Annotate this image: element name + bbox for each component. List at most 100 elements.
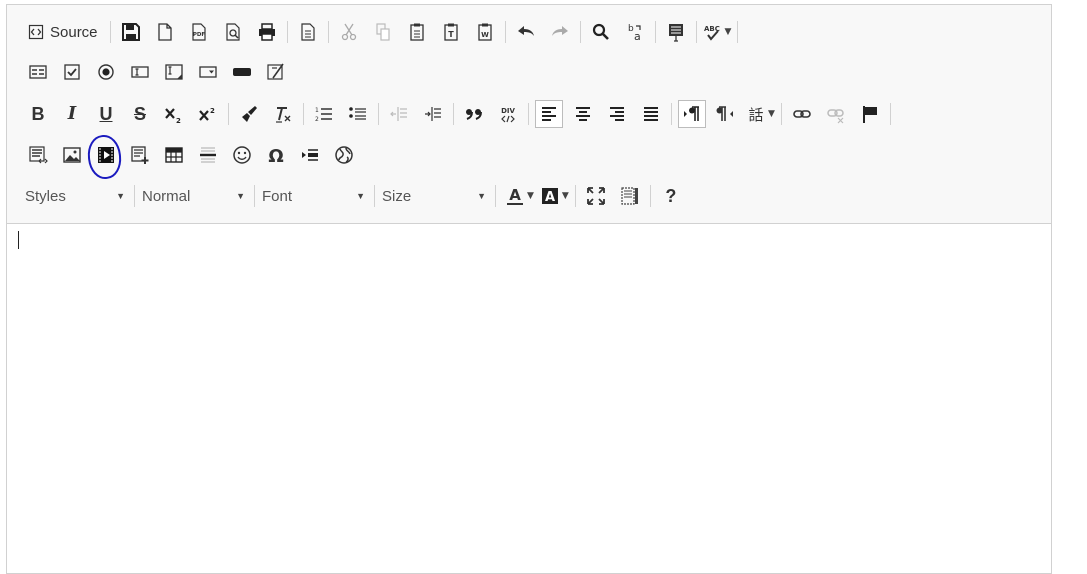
rtl-button[interactable] (712, 100, 740, 128)
save-button[interactable] (117, 18, 145, 46)
background-color-icon: A (541, 188, 558, 205)
find-button[interactable] (587, 18, 615, 46)
unlink-button[interactable] (822, 100, 850, 128)
text-field-icon (131, 66, 149, 78)
video-button[interactable] (92, 141, 120, 169)
copy-formatting-button[interactable] (235, 100, 263, 128)
size-dropdown-value: Size (382, 187, 412, 205)
replace-button[interactable]: ba (621, 18, 649, 46)
paste-button[interactable] (403, 18, 431, 46)
preview-button[interactable] (219, 18, 247, 46)
increase-indent-button[interactable] (419, 100, 447, 128)
italic-button[interactable]: I (58, 100, 86, 128)
background-color-button[interactable]: A ▼ (540, 182, 569, 210)
horizontal-rule-button[interactable] (194, 141, 222, 169)
toolbar-separator (327, 21, 329, 43)
redo-button[interactable] (546, 18, 574, 46)
toolbar-separator (504, 21, 506, 43)
special-char-button[interactable]: Ω (262, 141, 290, 169)
image-button-icon (267, 63, 284, 80)
search-icon (592, 23, 609, 40)
unlink-icon (827, 109, 844, 124)
paste-text-button[interactable]: T (437, 18, 465, 46)
new-page-button[interactable] (151, 18, 179, 46)
numbered-list-button[interactable]: 12 (310, 100, 338, 128)
textarea-button[interactable] (160, 58, 188, 86)
format-dropdown[interactable]: Normal ▼ (138, 184, 251, 208)
superscript-button[interactable]: 2 (194, 100, 222, 128)
radio-button[interactable] (92, 58, 120, 86)
outdent-icon (390, 107, 407, 121)
bulleted-list-icon (349, 107, 366, 120)
cut-button[interactable] (335, 18, 363, 46)
image-button[interactable] (58, 141, 86, 169)
link-icon (793, 110, 811, 118)
editor-toolbar: Source PDF T W ba ABC ▼ B I U S 2 2 1 2 … (7, 5, 1051, 224)
decrease-indent-button[interactable] (385, 100, 413, 128)
select-field-button[interactable] (194, 58, 222, 86)
templates-button[interactable] (294, 18, 322, 46)
code-snippet-button[interactable] (24, 141, 52, 169)
select-all-button[interactable] (662, 18, 690, 46)
paste-from-word-button[interactable]: W (471, 18, 499, 46)
numbered-list-icon: 12 (315, 107, 332, 123)
text-direction-ltr-icon (684, 106, 699, 121)
underline-button[interactable]: U (92, 100, 120, 128)
editor-content-area[interactable] (7, 224, 1051, 564)
toolbar-row-forms (21, 57, 293, 87)
toolbar-separator (495, 185, 496, 207)
text-color-button[interactable]: A ▼ (505, 182, 534, 210)
align-right-button[interactable] (603, 100, 631, 128)
text-field-button[interactable] (126, 58, 154, 86)
strikethrough-button[interactable]: S (126, 100, 154, 128)
table-button[interactable] (160, 141, 188, 169)
print-button[interactable] (253, 18, 281, 46)
size-dropdown[interactable]: Size ▼ (378, 184, 492, 208)
undo-button[interactable] (512, 18, 540, 46)
remove-format-button[interactable] (269, 100, 297, 128)
checkbox-icon (64, 64, 80, 80)
copy-button[interactable] (369, 18, 397, 46)
print-icon (258, 23, 275, 41)
show-blocks-button[interactable] (616, 182, 644, 210)
anchor-button[interactable] (856, 100, 884, 128)
justify-button[interactable] (637, 100, 665, 128)
toolbar-row-insert: Ω (21, 140, 361, 170)
bulleted-list-button[interactable] (344, 100, 372, 128)
source-button[interactable]: Source (24, 18, 104, 46)
indent-icon (425, 107, 441, 121)
page-break-button[interactable] (296, 141, 324, 169)
styles-dropdown[interactable]: Styles ▼ (21, 184, 131, 208)
svg-text:1: 1 (315, 107, 319, 114)
create-div-button[interactable]: DIV (494, 100, 522, 128)
spellcheck-button[interactable]: ABC ▼ (703, 18, 731, 46)
iframe-button[interactable] (126, 141, 154, 169)
save-icon (121, 23, 140, 41)
form-button-element[interactable] (228, 58, 256, 86)
undo-icon (517, 26, 534, 36)
smiley-icon (233, 146, 251, 164)
chevron-down-icon: ▼ (768, 108, 775, 119)
checkbox-button[interactable] (58, 58, 86, 86)
toolbar-separator (889, 103, 891, 125)
link-button[interactable] (788, 100, 816, 128)
bold-button[interactable]: B (24, 100, 52, 128)
language-button[interactable]: 話 ▼ (746, 100, 775, 128)
blockquote-button[interactable] (460, 100, 488, 128)
subscript-button[interactable]: 2 (160, 100, 188, 128)
form-button[interactable] (24, 58, 52, 86)
maximize-button[interactable] (582, 182, 610, 210)
embed-button[interactable] (330, 141, 358, 169)
font-dropdown[interactable]: Font ▼ (258, 184, 371, 208)
flag-icon (862, 106, 877, 123)
toolbar-separator (134, 185, 135, 207)
align-left-button[interactable] (535, 100, 563, 128)
help-button[interactable]: ? (657, 182, 685, 210)
smiley-button[interactable] (228, 141, 256, 169)
font-dropdown-value: Font (262, 187, 293, 205)
ltr-button[interactable] (678, 100, 706, 128)
align-center-button[interactable] (569, 100, 597, 128)
image-button-element[interactable] (262, 58, 290, 86)
export-pdf-button[interactable]: PDF (185, 18, 213, 46)
toolbar-separator (654, 21, 656, 43)
